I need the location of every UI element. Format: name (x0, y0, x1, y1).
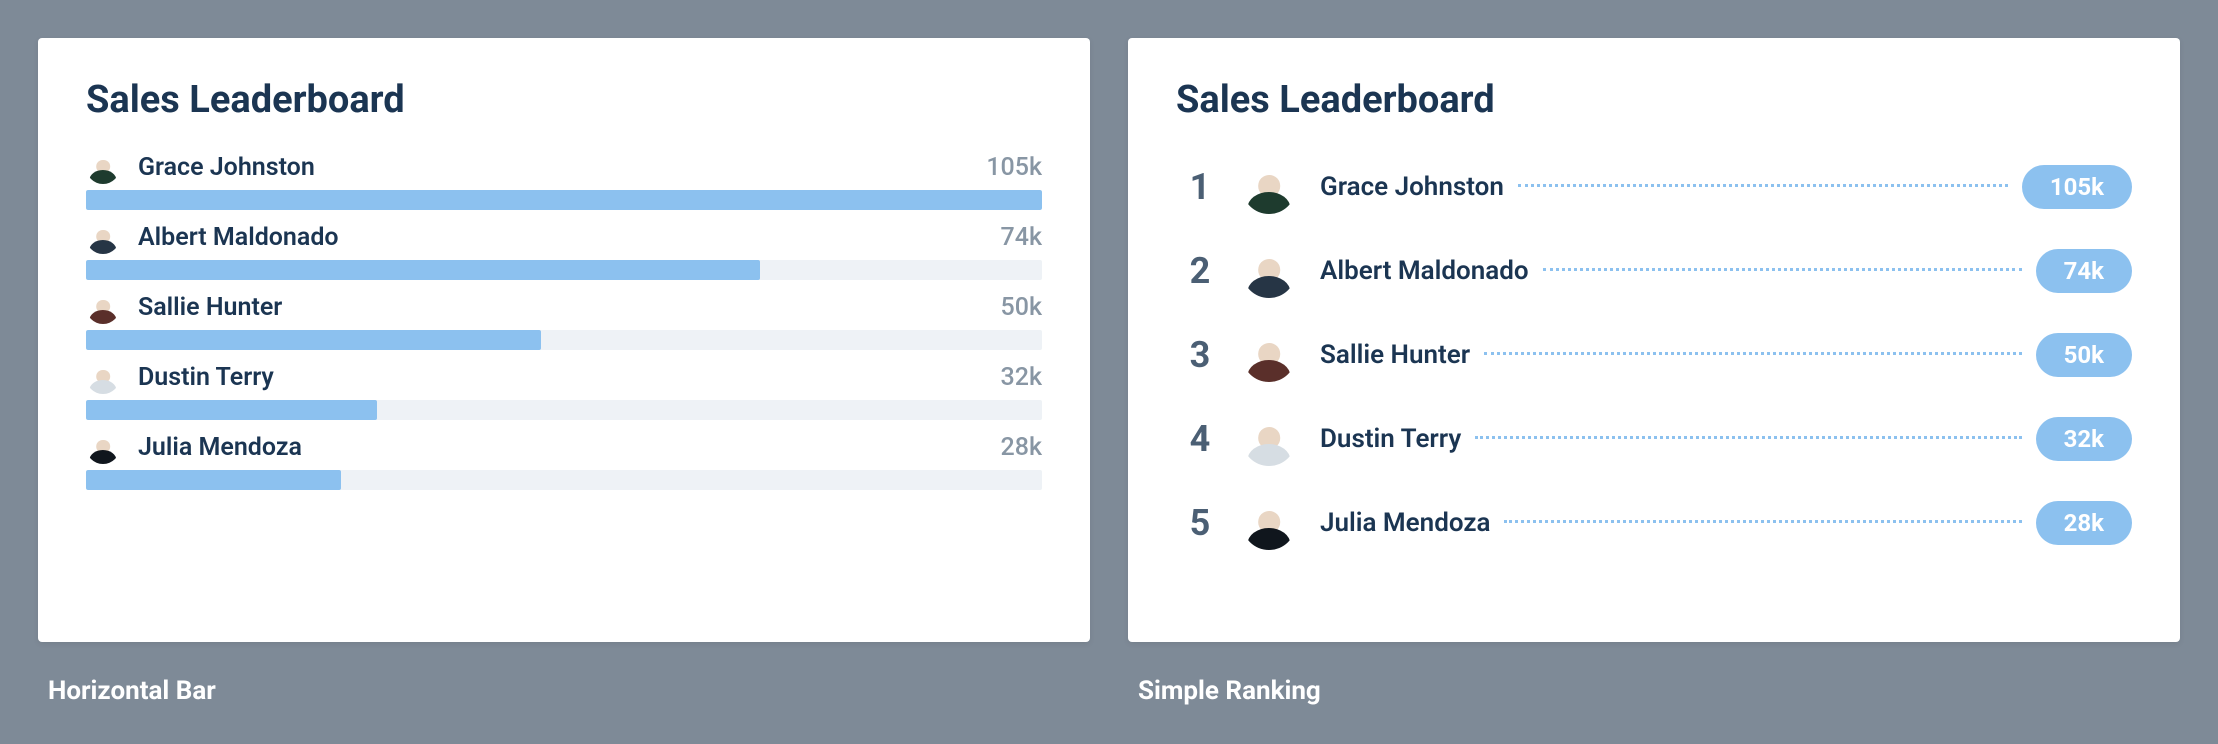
rank-number: 3 (1176, 334, 1224, 376)
value-pill: 32k (2036, 417, 2132, 461)
person-value: 50k (1001, 293, 1042, 322)
person-name: Dustin Terry (1320, 424, 1461, 454)
bar-track (86, 260, 1042, 280)
person-name: Albert Maldonado (138, 223, 339, 252)
dotted-leader (1504, 520, 2021, 523)
leaderboard-row: Grace Johnston 105k (86, 150, 1042, 210)
person-name: Albert Maldonado (1320, 256, 1529, 286)
person-name: Sallie Hunter (1320, 340, 1470, 370)
ranking-row: 4 Dustin Terry 32k (1176, 412, 2132, 466)
bar-fill (86, 260, 760, 280)
person-value: 105k (986, 153, 1042, 182)
rank-number: 2 (1176, 250, 1224, 292)
leaderboard-row: Dustin Terry 32k (86, 360, 1042, 420)
bar-track (86, 470, 1042, 490)
caption-simple-ranking: Simple Ranking (1128, 676, 2180, 706)
person-name: Grace Johnston (1320, 172, 1504, 202)
bar-fill (86, 470, 341, 490)
avatar (86, 360, 120, 394)
person-value: 32k (1001, 363, 1042, 392)
person-name: Grace Johnston (138, 153, 315, 182)
dotted-leader (1475, 436, 2021, 439)
avatar (1242, 496, 1296, 550)
ranking-row: 2 Albert Maldonado 74k (1176, 244, 2132, 298)
bar-fill (86, 400, 377, 420)
avatar (1242, 328, 1296, 382)
avatar (1242, 244, 1296, 298)
rank-number: 5 (1176, 502, 1224, 544)
ranking-row: 3 Sallie Hunter 50k (1176, 328, 2132, 382)
avatar (1242, 412, 1296, 466)
card-title: Sales Leaderboard (86, 78, 1042, 122)
value-pill: 50k (2036, 333, 2132, 377)
leaderboard-row: Albert Maldonado 74k (86, 220, 1042, 280)
avatar (86, 290, 120, 324)
ranking-row: 1 Grace Johnston 105k (1176, 160, 2132, 214)
bar-track (86, 400, 1042, 420)
person-name: Julia Mendoza (138, 433, 302, 462)
bar-track (86, 330, 1042, 350)
person-name: Julia Mendoza (1320, 508, 1490, 538)
value-pill: 105k (2022, 165, 2132, 209)
person-value: 74k (1001, 223, 1042, 252)
avatar (86, 150, 120, 184)
card-title: Sales Leaderboard (1176, 78, 2132, 122)
ranking-row: 5 Julia Mendoza 28k (1176, 496, 2132, 550)
card-simple-ranking: Sales Leaderboard 1 Grace Johnston 105k … (1128, 38, 2180, 642)
dotted-leader (1518, 184, 2008, 187)
leaderboard-row: Sallie Hunter 50k (86, 290, 1042, 350)
avatar (86, 220, 120, 254)
caption-horizontal-bar: Horizontal Bar (38, 676, 1090, 706)
rank-number: 4 (1176, 418, 1224, 460)
person-name: Sallie Hunter (138, 293, 282, 322)
ranking-list: 1 Grace Johnston 105k 2 Albert Maldonado… (1176, 160, 2132, 550)
person-name: Dustin Terry (138, 363, 274, 392)
card-horizontal-bar: Sales Leaderboard Grace Johnston 105k Al… (38, 38, 1090, 642)
value-pill: 74k (2036, 249, 2132, 293)
avatar (86, 430, 120, 464)
person-value: 28k (1001, 433, 1042, 462)
horizontal-bar-list: Grace Johnston 105k Albert Maldonado 74k (86, 150, 1042, 490)
rank-number: 1 (1176, 166, 1224, 208)
dotted-leader (1543, 268, 2022, 271)
dotted-leader (1484, 352, 2022, 355)
avatar (1242, 160, 1296, 214)
value-pill: 28k (2036, 501, 2132, 545)
bar-fill (86, 330, 541, 350)
leaderboard-row: Julia Mendoza 28k (86, 430, 1042, 490)
bar-fill (86, 190, 1042, 210)
bar-track (86, 190, 1042, 210)
